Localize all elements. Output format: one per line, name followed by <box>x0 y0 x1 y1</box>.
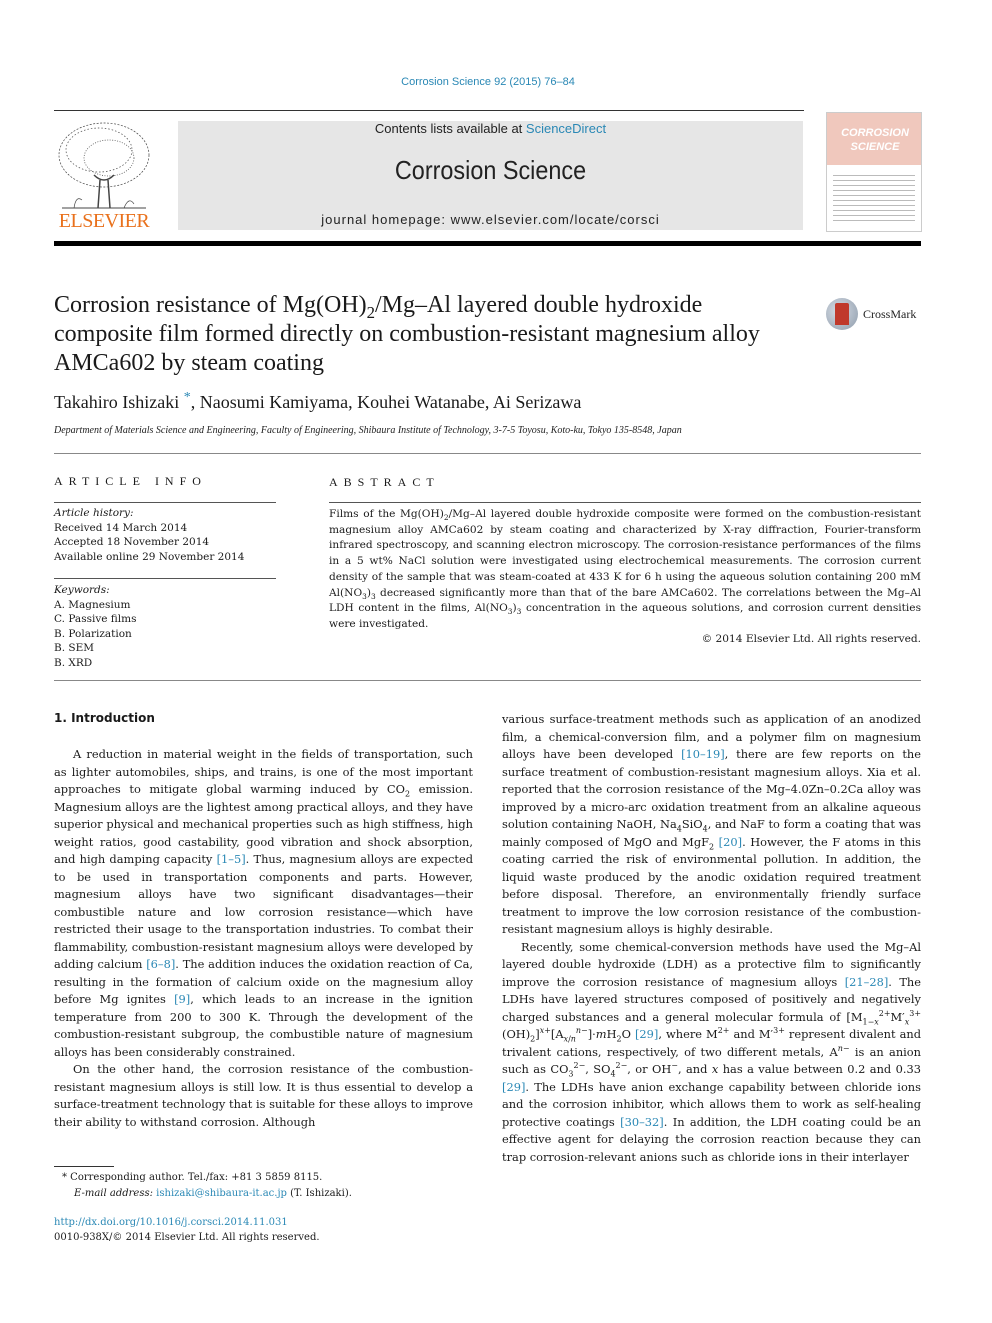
history-online: Available online 29 November 2014 <box>54 550 245 563</box>
author-name: Takahiro Ishizaki <box>54 392 180 412</box>
journal-reference-link[interactable]: Corrosion Science 92 (2015) 76–84 <box>0 76 976 88</box>
cover-title-line2: SCIENCE <box>850 141 900 153</box>
citation-link[interactable]: [29] <box>635 1027 658 1041</box>
keyword: B. SEM <box>54 642 95 655</box>
history-received: Received 14 March 2014 <box>54 521 188 534</box>
footnote-corresponding: * Corresponding author. Tel./fax: +81 3 … <box>62 1172 323 1183</box>
contents-prefix: Contents lists available at <box>374 121 526 136</box>
contents-line: Contents lists available at ScienceDirec… <box>178 121 803 136</box>
divider <box>54 453 921 454</box>
divider <box>329 502 921 503</box>
body-column-right: various surface-treatment methods such a… <box>502 711 921 1166</box>
paragraph: A reduction in material weight in the fi… <box>54 747 474 1059</box>
keywords: Keywords: A. Magnesium C. Passive films … <box>54 583 276 671</box>
corresponding-author-link[interactable]: * <box>184 390 191 405</box>
cover-contents-lines <box>833 175 915 225</box>
affiliation: Department of Materials Science and Engi… <box>54 425 682 436</box>
abstract-text: Films of the Mg(OH)2/Mg–Al layered doubl… <box>329 508 921 630</box>
abstract-heading: ABSTRACT <box>329 475 440 489</box>
citation-link[interactable]: [6–8] <box>146 957 175 971</box>
citation-link[interactable]: [21–28] <box>845 975 889 989</box>
sciencedirect-link[interactable]: ScienceDirect <box>526 121 606 136</box>
history-accepted: Accepted 18 November 2014 <box>54 536 210 549</box>
journal-homepage-link[interactable]: journal homepage: www.elsevier.com/locat… <box>178 212 803 227</box>
title-subscript: 2 <box>366 302 375 322</box>
title-text-1: Corrosion resistance of Mg(OH) <box>54 292 367 318</box>
other-authors: , Naosumi Kamiyama, Kouhei Watanabe, Ai … <box>190 392 582 412</box>
footnote-rule <box>54 1166 114 1167</box>
journal-cover-thumbnail[interactable]: CORROSION SCIENCE <box>826 112 922 232</box>
divider <box>54 680 921 681</box>
citation-link[interactable]: [10–19] <box>681 747 725 761</box>
keywords-label: Keywords: <box>54 584 110 596</box>
paragraph: Recently, some chemical-conversion metho… <box>502 939 921 1164</box>
keyword: C. Passive films <box>54 613 137 626</box>
keyword: A. Magnesium <box>54 598 131 611</box>
crossmark-bookmark-icon <box>835 303 849 325</box>
author-list: Takahiro Ishizaki *, Naosumi Kamiyama, K… <box>54 390 582 413</box>
cover-banner <box>827 113 921 165</box>
body-column-left: A reduction in material weight in the fi… <box>54 746 473 1131</box>
abstract-copyright: © 2014 Elsevier Ltd. All rights reserved… <box>701 633 921 645</box>
elsevier-wordmark: ELSEVIER <box>58 210 150 232</box>
keyword: B. Polarization <box>54 627 132 640</box>
divider <box>54 502 276 503</box>
journal-name: Corrosion Science <box>394 155 587 185</box>
email-link[interactable]: ishizaki@shibaura-it.ac.jp <box>156 1188 287 1199</box>
citation-link[interactable]: [20] <box>719 835 742 849</box>
journal-masthead: Contents lists available at ScienceDirec… <box>178 121 803 230</box>
history-label: Article history: <box>54 507 134 519</box>
crossmark-label: CrossMark <box>863 307 917 321</box>
doi-block: http://dx.doi.org/10.1016/j.corsci.2014.… <box>54 1216 320 1245</box>
article-title: Corrosion resistance of Mg(OH)2/Mg–Al la… <box>54 291 794 378</box>
crossmark-button[interactable]: CrossMark <box>826 298 922 334</box>
paragraph: On the other hand, the corrosion resista… <box>54 1062 473 1129</box>
issn-copyright: 0010-938X/© 2014 Elsevier Ltd. All right… <box>54 1231 320 1243</box>
section-heading-introduction: 1. Introduction <box>54 711 155 725</box>
article-history: Article history: Received 14 March 2014 … <box>54 506 276 564</box>
header-thick-rule <box>54 241 921 246</box>
citation-link[interactable]: [29] <box>502 1080 525 1094</box>
article-info-heading: ARTICLE INFO <box>54 474 207 488</box>
citation-link[interactable]: [30–32] <box>620 1115 664 1129</box>
doi-link[interactable]: http://dx.doi.org/10.1016/j.corsci.2014.… <box>54 1216 320 1231</box>
cover-title-line1: CORROSION <box>841 127 909 139</box>
citation-link[interactable]: [1–5] <box>217 852 246 866</box>
citation-link[interactable]: [9] <box>174 992 190 1006</box>
footnote-email: E-mail address: ishizaki@shibaura-it.ac.… <box>74 1188 352 1199</box>
footnote: * Corresponding author. Tel./fax: +81 3 … <box>62 1170 352 1202</box>
divider <box>54 578 276 579</box>
paragraph: various surface-treatment methods such a… <box>502 712 921 936</box>
keyword: B. XRD <box>54 656 93 669</box>
header-rule <box>54 110 804 111</box>
